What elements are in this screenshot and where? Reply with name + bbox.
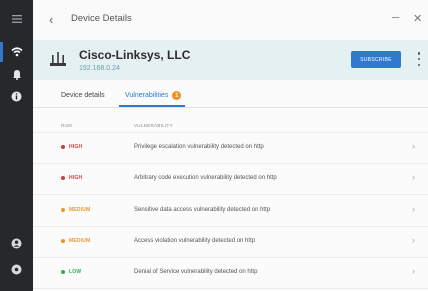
table-row[interactable]: HIGH Arbitrary code execution vulnerabil…	[33, 164, 428, 195]
active-tab-underline	[119, 105, 185, 107]
chevron-right-icon[interactable]: ›	[412, 204, 415, 214]
risk-label: MEDIUM	[69, 207, 91, 213]
info-icon[interactable]	[0, 83, 33, 109]
column-header-vulnerability: VULNERABILITY	[134, 123, 173, 128]
table-row[interactable]: MEDIUM Sensitive data access vulnerabili…	[33, 196, 428, 227]
chevron-right-icon[interactable]: ›	[412, 266, 415, 276]
risk-dot	[61, 145, 65, 149]
risk-label: HIGH	[69, 144, 83, 150]
chevron-right-icon[interactable]: ›	[412, 172, 415, 182]
column-header-risk: RISK	[61, 123, 73, 128]
window-title: Device Details	[71, 13, 132, 24]
chevron-right-icon[interactable]: ›	[412, 141, 415, 151]
risk-cell: LOW	[61, 269, 81, 275]
more-options-icon[interactable]	[417, 52, 421, 66]
close-icon[interactable]: ✕	[413, 12, 422, 25]
risk-label: HIGH	[69, 175, 83, 181]
vulnerability-text: Privilege escalation vulnerability detec…	[134, 144, 264, 150]
tab-vulnerabilities[interactable]: Vulnerabilities 1	[125, 91, 182, 100]
subscribe-button[interactable]: SUBSCRIBE	[351, 51, 401, 68]
vulnerability-text: Access violation vulnerability detected …	[134, 238, 256, 244]
risk-cell: MEDIUM	[61, 207, 90, 213]
minimize-icon[interactable]: –	[392, 9, 399, 24]
risk-label: MEDIUM	[69, 238, 91, 244]
vulnerability-text: Denial of Service vulnerability detected…	[134, 269, 258, 275]
table-row[interactable]: MEDIUM Access violation vulnerability de…	[33, 227, 428, 258]
risk-label: LOW	[69, 269, 82, 275]
risk-cell: MEDIUM	[61, 238, 90, 244]
account-icon[interactable]	[0, 230, 33, 256]
tab-device-details[interactable]: Device details	[61, 92, 105, 99]
risk-dot	[61, 208, 65, 212]
vulnerability-count-badge: 1	[172, 91, 182, 100]
back-icon[interactable]: ‹	[49, 12, 53, 27]
table-row[interactable]: HIGH Privilege escalation vulnerability …	[33, 133, 428, 164]
main-panel: ‹ Device Details – ✕ Cisco-Linksys, LLC …	[33, 0, 428, 291]
risk-dot	[61, 176, 65, 180]
table-header	[33, 108, 428, 133]
router-icon	[50, 52, 66, 66]
vulnerability-text: Sensitive data access vulnerability dete…	[134, 207, 271, 213]
device-ip: 192.168.0.24	[79, 65, 120, 72]
device-name: Cisco-Linksys, LLC	[79, 48, 191, 62]
help-icon[interactable]	[0, 256, 33, 282]
risk-dot	[61, 270, 65, 274]
tab-vulnerabilities-label: Vulnerabilities	[125, 92, 169, 99]
risk-cell: HIGH	[61, 144, 82, 150]
nav-rail	[0, 0, 33, 291]
risk-cell: HIGH	[61, 175, 82, 181]
risk-dot	[61, 239, 65, 243]
title-bar: ‹ Device Details – ✕	[33, 0, 428, 40]
chevron-right-icon[interactable]: ›	[412, 235, 415, 245]
menu-icon[interactable]	[0, 6, 33, 32]
table-row[interactable]: LOW Denial of Service vulnerability dete…	[33, 258, 428, 289]
vulnerability-text: Arbitrary code execution vulnerability d…	[134, 175, 277, 181]
